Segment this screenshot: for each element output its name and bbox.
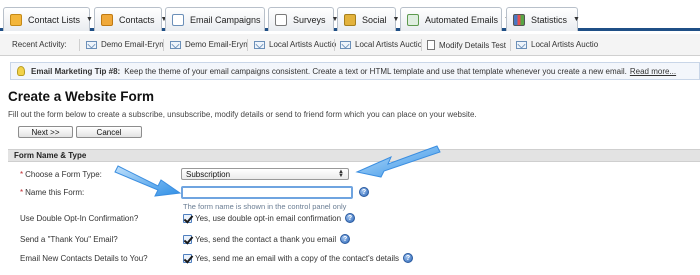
thank-you-option[interactable]: Yes, send the contact a thank you email … (183, 234, 351, 244)
automated-emails-icon (407, 13, 419, 26)
next-button[interactable]: Next >> (18, 126, 73, 138)
thank-you-label: Send a "Thank You" Email? (20, 235, 118, 244)
divider (510, 39, 511, 51)
email-icon (516, 40, 527, 49)
recent-activity-item-label: Demo Email-Eryn (101, 40, 164, 49)
divider (163, 39, 164, 51)
recent-activity-item[interactable]: Local Artists Auctio (254, 40, 336, 49)
email-icon (86, 40, 97, 49)
tab-label: Contact Lists (28, 14, 81, 25)
select-arrows-icon: ▲ ▼ (338, 169, 344, 179)
surveys-icon (275, 13, 287, 26)
tip-text: Keep the theme of your email campaigns c… (124, 66, 627, 76)
divider (421, 39, 422, 51)
form-type-value: Subscription (186, 169, 231, 179)
help-icon[interactable]: ? (359, 187, 369, 197)
help-icon[interactable]: ? (345, 213, 356, 223)
tab-contacts[interactable]: Contacts ▼ (94, 7, 167, 31)
read-more-link[interactable]: Read more... (630, 67, 676, 76)
form-name-label: * Name this Form: (20, 188, 84, 197)
social-icon (344, 13, 356, 26)
double-optin-label: Use Double Opt-In Confirmation? (20, 214, 139, 223)
section-header: Form Name & Type (8, 149, 700, 162)
divider (247, 39, 248, 51)
page-title: Create a Website Form (8, 89, 155, 104)
recent-activity-item[interactable]: Modify Details Test (427, 40, 506, 50)
tab-statistics[interactable]: Statistics ▼ (506, 7, 580, 31)
form-type-select[interactable]: Subscription ▲ ▼ (181, 168, 349, 180)
chevron-down-icon: ▼ (392, 16, 400, 23)
form-type-label-text: Choose a Form Type: (25, 170, 102, 179)
tab-label: Contacts (119, 14, 155, 25)
contact-lists-icon (10, 13, 22, 26)
form-name-hint: The form name is shown in the control pa… (183, 202, 347, 211)
tab-label: Email Campaigns (190, 14, 261, 25)
chevron-down-icon: ▼ (573, 16, 580, 23)
statistics-icon (513, 13, 525, 26)
tab-email-campaigns[interactable]: Email Campaigns ▼ (165, 7, 273, 31)
double-optin-option-text: Yes, use double opt-in email confirmatio… (195, 213, 342, 223)
tab-surveys[interactable]: Surveys ▼ (268, 7, 338, 31)
recent-activity-bar: Recent Activity: Demo Email-Eryn Demo Em… (0, 34, 700, 56)
tab-label: Surveys (293, 14, 326, 25)
recent-activity-item[interactable]: Local Artists Auctio (516, 40, 598, 49)
recent-activity-item-label: Local Artists Auctio (355, 40, 423, 49)
help-icon[interactable]: ? (340, 234, 351, 244)
notify-option-text: Yes, send me an email with a copy of the… (195, 253, 400, 263)
form-type-label: * Choose a Form Type: (20, 170, 102, 179)
recent-activity-item-label: Modify Details Test (439, 40, 506, 50)
recent-activity-item-label: Demo Email-Eryn (185, 40, 248, 49)
tab-social[interactable]: Social ▼ (337, 7, 399, 31)
lightbulb-icon (17, 66, 25, 76)
recent-activity-item-label: Local Artists Auctio (269, 40, 337, 49)
form-name-label-text: Name this Form: (25, 188, 85, 197)
recent-activity-item[interactable]: Demo Email-Eryn (86, 40, 164, 49)
top-navigation: Contact Lists ▼ Contacts ▼ Email Campaig… (0, 0, 700, 31)
email-icon (170, 40, 181, 49)
form-name-input[interactable] (181, 186, 353, 199)
divider (334, 39, 335, 51)
tip-title: Email Marketing Tip #8: (31, 66, 121, 76)
thank-you-checkbox[interactable] (183, 234, 192, 244)
email-icon (254, 40, 265, 49)
email-campaigns-icon (172, 13, 184, 26)
recent-activity-item[interactable]: Demo Email-Eryn (170, 40, 248, 49)
cancel-button[interactable]: Cancel (76, 126, 142, 138)
notify-label: Email New Contacts Details to You? (20, 254, 148, 263)
notify-option[interactable]: Yes, send me an email with a copy of the… (183, 253, 414, 263)
double-optin-option[interactable]: Yes, use double opt-in email confirmatio… (183, 213, 356, 223)
required-marker: * (20, 170, 24, 179)
tab-automated-emails[interactable]: Automated Emails ▼ (400, 7, 511, 31)
chevron-down-icon: ▼ (86, 16, 93, 23)
contacts-icon (101, 13, 113, 26)
tab-contact-lists[interactable]: Contact Lists ▼ (3, 7, 93, 31)
thank-you-option-text: Yes, send the contact a thank you email (195, 234, 337, 244)
page-intro: Fill out the form below to create a subs… (8, 110, 477, 119)
divider (79, 39, 80, 51)
recent-activity-item[interactable]: Local Artists Auctio (340, 40, 422, 49)
tab-label: Social (362, 14, 387, 25)
help-icon[interactable]: ? (403, 253, 414, 263)
email-marketing-tip: Email Marketing Tip #8: Keep the theme o… (10, 62, 700, 80)
email-icon (340, 40, 351, 49)
double-optin-checkbox[interactable] (183, 213, 192, 223)
arrow-left-icon (114, 165, 182, 197)
tab-label: Automated Emails (425, 14, 499, 25)
document-icon (427, 40, 435, 50)
recent-activity-item-label: Local Artists Auctio (531, 40, 599, 49)
tab-label: Statistics (531, 14, 568, 25)
required-marker: * (20, 188, 24, 197)
recent-activity-label: Recent Activity: (12, 40, 67, 49)
notify-checkbox[interactable] (183, 253, 192, 263)
